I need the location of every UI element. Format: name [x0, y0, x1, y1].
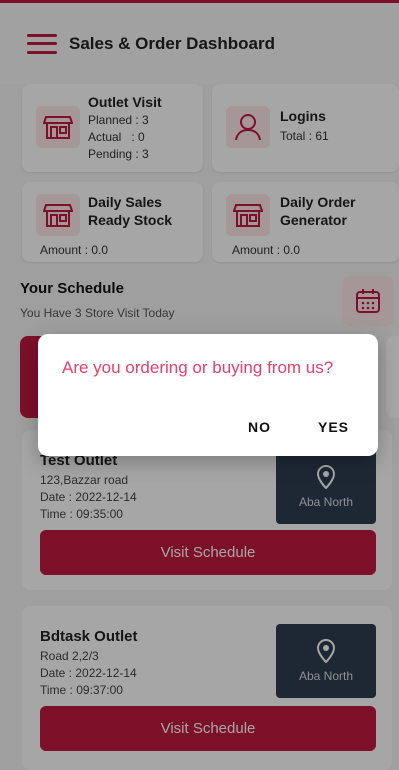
dialog-message: Are you ordering or buying from us? — [62, 358, 334, 377]
yes-button[interactable]: YES — [318, 419, 349, 435]
no-button[interactable]: NO — [248, 419, 271, 435]
confirm-dialog: Are you ordering or buying from us? NO Y… — [38, 334, 378, 456]
